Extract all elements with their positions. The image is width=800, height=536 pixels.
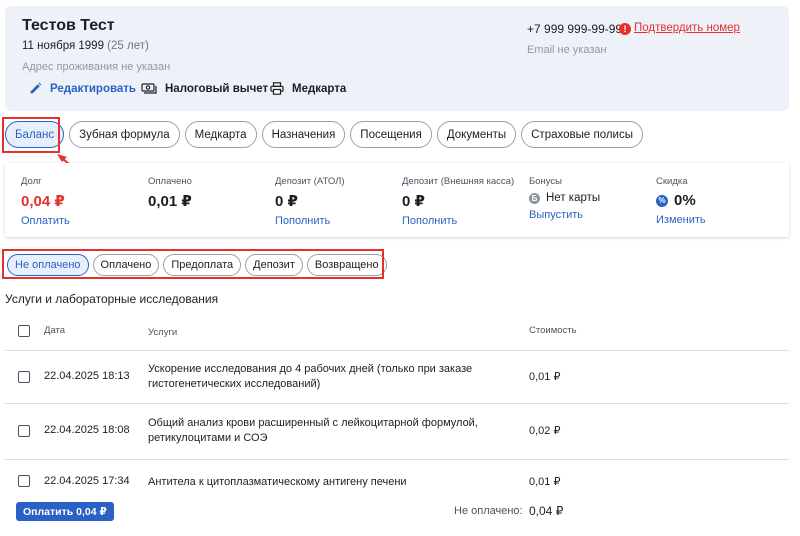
row-service: Ускорение исследования до 4 рабочих дней… bbox=[148, 363, 473, 390]
percent-icon: % bbox=[656, 194, 668, 207]
select-all-checkbox[interactable] bbox=[18, 325, 30, 337]
row-checkbox[interactable] bbox=[18, 425, 30, 437]
table-row: 22.04.2025 17:34 Антитела к цитоплазмати… bbox=[5, 460, 789, 502]
paid-block: Оплачено 0,01 ₽ bbox=[148, 176, 192, 210]
highlight-box-tab bbox=[2, 117, 60, 153]
deposit-external-block: Депозит (Внешняя касса) 0 ₽ Пополнить bbox=[402, 176, 514, 227]
row-date: 22.04.2025 17:34 bbox=[44, 475, 130, 487]
services-table: Дата Услуги Стоимость 22.04.2025 18:13 У… bbox=[5, 313, 789, 502]
tab-documents[interactable]: Документы bbox=[436, 121, 517, 148]
pay-total-button[interactable]: Оплатить 0,04 ₽ bbox=[16, 502, 114, 521]
pencil-icon bbox=[29, 82, 42, 95]
row-service: Общий анализ крови расширенный с лейкоци… bbox=[148, 417, 478, 444]
bonuses-block: Бонусы Б Нет карты Выпустить bbox=[529, 176, 600, 221]
deposit-atol-value: 0 ₽ bbox=[275, 193, 298, 210]
deposit-external-topup-link[interactable]: Пополнить bbox=[402, 215, 514, 227]
tax-deduction-label: Налоговый вычет bbox=[165, 82, 269, 95]
tab-medcard[interactable]: Медкарта bbox=[184, 121, 257, 148]
bonuses-value: Нет карты bbox=[546, 192, 601, 204]
pay-link[interactable]: Оплатить bbox=[21, 215, 70, 227]
deposit-external-value: 0 ₽ bbox=[402, 193, 425, 210]
row-checkbox[interactable] bbox=[18, 371, 30, 383]
deposit-atol-topup-link[interactable]: Пополнить bbox=[275, 215, 345, 227]
issue-card-link[interactable]: Выпустить bbox=[529, 209, 600, 221]
row-cost: 0,02 ₽ bbox=[529, 425, 561, 437]
address-text: Адрес проживания не указан bbox=[22, 61, 171, 73]
debt-value: 0,04 ₽ bbox=[21, 193, 65, 210]
patient-name: Тестов Тест bbox=[22, 17, 115, 34]
tax-deduction-button[interactable]: Налоговый вычет bbox=[141, 82, 268, 95]
edit-button[interactable]: Редактировать bbox=[29, 82, 136, 95]
debt-block: Долг 0,04 ₽ Оплатить bbox=[21, 176, 70, 227]
patient-header: Тестов Тест 11 ноября 1999 (25 лет) Адре… bbox=[5, 6, 789, 111]
medcard-print-button[interactable]: Медкарта bbox=[270, 82, 346, 95]
table-row: 22.04.2025 18:08 Общий анализ крови расш… bbox=[5, 404, 789, 460]
paid-label: Оплачено bbox=[148, 176, 192, 187]
edit-button-label: Редактировать bbox=[50, 82, 136, 95]
patient-age: (25 лет) bbox=[107, 40, 149, 52]
printer-icon bbox=[270, 82, 284, 95]
tab-insurance[interactable]: Страховые полисы bbox=[521, 121, 643, 148]
row-date: 22.04.2025 18:08 bbox=[44, 424, 130, 436]
column-header-cost: Стоимость bbox=[529, 325, 577, 336]
tab-bar: Баланс Зубная формула Медкарта Назначени… bbox=[5, 121, 643, 148]
warning-icon: ! bbox=[619, 23, 631, 35]
bonus-coin-icon: Б bbox=[529, 192, 540, 204]
paid-value: 0,01 ₽ bbox=[148, 193, 192, 210]
row-cost: 0,01 ₽ bbox=[529, 371, 561, 383]
tab-prescriptions[interactable]: Назначения bbox=[261, 121, 346, 148]
confirm-phone-link[interactable]: Подтвердить номер bbox=[634, 22, 740, 34]
debt-label: Долг bbox=[21, 176, 42, 187]
column-header-service: Услуги bbox=[148, 327, 178, 338]
deposit-atol-label: Депозит (АТОЛ) bbox=[275, 176, 345, 187]
table-row: 22.04.2025 18:13 Ускорение исследования … bbox=[5, 351, 789, 404]
money-icon bbox=[141, 82, 157, 95]
tab-visits[interactable]: Посещения bbox=[350, 121, 432, 148]
unpaid-total-label: Не оплачено: bbox=[454, 505, 523, 517]
discount-value-line: % 0% bbox=[656, 192, 706, 209]
birth-date: 11 ноября 1999 bbox=[22, 40, 104, 52]
section-title: Услуги и лабораторные исследования bbox=[5, 292, 219, 306]
deposit-atol-block: Депозит (АТОЛ) 0 ₽ Пополнить bbox=[275, 176, 345, 227]
discount-label: Скидка bbox=[656, 176, 688, 187]
discount-value: 0% bbox=[674, 192, 696, 209]
discount-block: Скидка % 0% Изменить bbox=[656, 176, 706, 226]
balance-summary: Долг 0,04 ₽ Оплатить Оплачено 0,01 ₽ Деп… bbox=[5, 163, 789, 237]
tab-dental-formula[interactable]: Зубная формула bbox=[69, 121, 180, 148]
medcard-label: Медкарта bbox=[292, 82, 347, 95]
change-discount-link[interactable]: Изменить bbox=[656, 214, 706, 226]
deposit-external-label: Депозит (Внешняя касса) bbox=[402, 176, 515, 187]
row-cost: 0,01 ₽ bbox=[529, 476, 561, 488]
row-checkbox[interactable] bbox=[18, 475, 30, 487]
unpaid-total-value: 0,04 ₽ bbox=[529, 504, 564, 518]
column-header-date: Дата bbox=[44, 325, 66, 336]
row-service: Антитела к цитоплазматическому антигену … bbox=[148, 476, 407, 488]
bonuses-label: Бонусы bbox=[529, 176, 562, 187]
phone-number: +7 999 999-99-99 bbox=[527, 22, 623, 36]
bonuses-value-line: Б Нет карты bbox=[529, 192, 600, 204]
table-header-row: Дата Услуги Стоимость bbox=[5, 313, 789, 351]
highlight-box-filters bbox=[2, 249, 384, 279]
birth-date-line: 11 ноября 1999 (25 лет) bbox=[22, 40, 149, 52]
email-text: Email не указан bbox=[527, 44, 607, 56]
row-date: 22.04.2025 18:13 bbox=[44, 370, 130, 382]
